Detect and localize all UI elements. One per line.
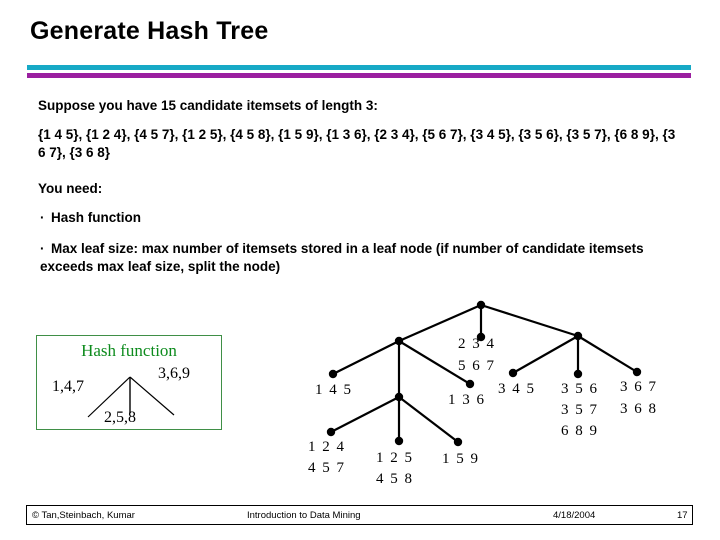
tree-leaf-label-356: 3 5 6	[561, 381, 599, 397]
tree-leaf-label-367: 3 6 7	[620, 379, 658, 395]
tree-leaf-label-368: 3 6 8	[620, 401, 658, 417]
you-need-label: You need:	[38, 181, 103, 196]
bullet-hash-function-text: Hash function	[51, 210, 141, 225]
tree-node-left-internal	[394, 336, 404, 346]
tree-node-leaf-124	[326, 427, 336, 437]
tree-leaf-label-689: 6 8 9	[561, 423, 599, 439]
slide-canvas: Generate Hash Tree Suppose you have 15 c…	[0, 0, 720, 540]
tree-node-leaf-159	[453, 437, 463, 447]
tree-node-leaf-145	[328, 369, 338, 379]
bullet-dot-icon: ·	[40, 241, 45, 256]
divider-bar-cyan	[27, 65, 691, 70]
tree-node-leaf-356	[573, 369, 583, 379]
bullet-max-leaf-size: · Max leaf size: max number of itemsets s…	[40, 240, 688, 276]
bullet-hash-function: · Hash function	[40, 209, 680, 227]
suppose-line: Suppose you have 15 candidate itemsets o…	[38, 98, 378, 113]
tree-leaf-label-124: 1 2 4	[308, 439, 346, 455]
page-title: Generate Hash Tree	[30, 17, 269, 45]
tree-leaf-label-125: 1 2 5	[376, 450, 414, 466]
bullet-max-leaf-size-text: Max leaf size: max number of itemsets st…	[40, 241, 644, 274]
tree-node-leaf-367	[632, 367, 642, 377]
hash-branch-right-label: 3,6,9	[158, 365, 190, 382]
footer-date: 4/18/2004	[553, 510, 596, 521]
bullet-dot-icon: ·	[40, 210, 45, 225]
tree-node-leaf-345	[508, 368, 518, 378]
tree-leaf-label-234: 2 3 4	[458, 336, 496, 352]
tree-node-root	[476, 300, 486, 310]
candidate-itemsets-list: {1 4 5}, {1 2 4}, {4 5 7}, {1 2 5}, {4 5…	[38, 127, 676, 160]
tree-node-leaf-136	[465, 379, 475, 389]
footer-credit: © Tan,Steinbach, Kumar	[32, 510, 135, 521]
tree-leaf-label-457: 4 5 7	[308, 460, 346, 476]
tree-leaf-label-159: 1 5 9	[442, 451, 480, 467]
hash-branch-middle-label: 2,5,8	[104, 409, 136, 426]
divider-bar-purple	[27, 73, 691, 78]
tree-leaf-label-357: 3 5 7	[561, 402, 599, 418]
footer-page-number: 17	[677, 510, 688, 521]
tree-leaf-label-136: 1 3 6	[448, 392, 486, 408]
tree-leaf-label-567: 5 6 7	[458, 358, 496, 374]
tree-leaf-label-145: 1 4 5	[315, 382, 353, 398]
hash-branch-left-label: 1,4,7	[52, 378, 84, 395]
footer-course-title: Introduction to Data Mining	[247, 510, 361, 521]
tree-node-right-internal	[573, 331, 583, 341]
tree-node-left-middle-internal	[394, 392, 404, 402]
tree-leaf-label-345: 3 4 5	[498, 381, 536, 397]
tree-leaf-label-458: 4 5 8	[376, 471, 414, 487]
tree-node-leaf-125	[394, 436, 404, 446]
